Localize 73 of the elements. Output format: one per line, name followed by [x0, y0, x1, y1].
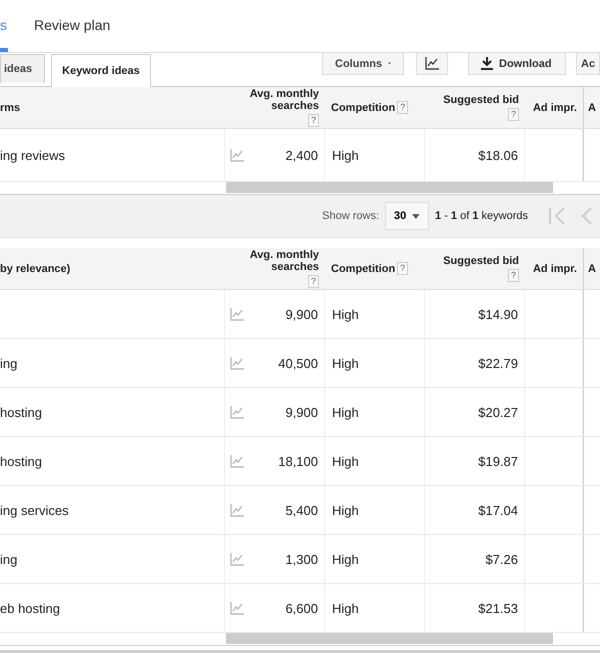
download-icon — [481, 57, 493, 70]
competition-cell: High — [332, 454, 359, 468]
trend-chart-icon[interactable] — [230, 148, 244, 162]
competition-cell: High — [332, 404, 359, 420]
bid-cell: $20.27 — [478, 404, 518, 420]
column-header: Competition — [331, 102, 396, 114]
download-button[interactable]: Download — [468, 53, 566, 75]
scrollbar-thumb[interactable] — [226, 633, 553, 644]
bid-cell: $7.26 — [485, 552, 518, 566]
keyword-cell: ing reviews — [0, 148, 66, 162]
columns-button[interactable]: Columns — [322, 53, 404, 75]
range-text: 1 - 1 of 1 keywords — [435, 210, 528, 222]
competition-cell: High — [332, 502, 359, 518]
column-header: Competition — [331, 262, 396, 274]
chart-button[interactable] — [416, 53, 448, 75]
help-badge[interactable]: ? — [397, 101, 408, 114]
trend-chart-icon[interactable] — [230, 308, 244, 320]
previous-page-icon[interactable] — [580, 207, 594, 225]
view-tab[interactable]: ideas — [0, 54, 46, 83]
chart-icon — [425, 57, 439, 70]
keyword-cell: ing — [0, 356, 18, 370]
add-button[interactable]: Ac — [576, 53, 600, 75]
trend-chart-icon[interactable] — [230, 454, 244, 468]
searches-cell: 6,600 — [285, 600, 318, 616]
searches-cell: 9,900 — [285, 306, 318, 322]
show-rows-label: Show rows: — [322, 210, 380, 222]
column-header: Suggested bid — [443, 94, 519, 106]
help-badge[interactable]: ? — [508, 269, 519, 282]
column-header: by relevance) — [0, 262, 72, 274]
keyword-cell: ing — [0, 552, 18, 566]
searches-cell: 18,100 — [278, 454, 318, 468]
nav-tab[interactable]: Review plan — [34, 0, 110, 52]
view-tab[interactable]: Keyword ideas — [51, 54, 151, 87]
bid-cell: $14.90 — [478, 306, 518, 322]
column-header: Ad impr. — [532, 102, 577, 114]
bid-cell: $18.06 — [478, 148, 518, 162]
help-badge[interactable]: ? — [308, 275, 319, 288]
trend-chart-icon[interactable] — [230, 504, 244, 516]
help-badge[interactable]: ? — [508, 108, 519, 121]
caret-icon — [412, 214, 420, 218]
column-header: Avg. monthly searches — [248, 249, 319, 273]
keyword-cell: ing services — [0, 502, 69, 518]
trend-chart-icon[interactable] — [230, 602, 244, 614]
competition-cell: High — [332, 148, 359, 162]
searches-cell: 2,400 — [285, 148, 318, 162]
rows-dropdown[interactable]: 30 — [385, 202, 430, 230]
help-badge[interactable]: ? — [308, 114, 319, 127]
column-header: Ad impr. — [532, 262, 577, 274]
keyword-cell: eb hosting — [0, 600, 60, 616]
competition-cell: High — [332, 356, 359, 370]
column-header: rms — [0, 102, 22, 114]
column-header: Suggested bid — [443, 255, 519, 267]
searches-cell: 5,400 — [285, 502, 318, 518]
searches-cell: 1,300 — [285, 552, 318, 566]
keyword-cell: hosting — [0, 454, 42, 468]
trend-chart-icon[interactable] — [230, 552, 244, 566]
trend-chart-icon[interactable] — [230, 356, 244, 370]
competition-cell: High — [332, 306, 359, 322]
searches-cell: 9,900 — [285, 404, 318, 420]
scrollbar-thumb[interactable] — [226, 182, 553, 193]
help-badge[interactable]: ? — [397, 262, 408, 275]
searches-cell: 40,500 — [278, 356, 318, 370]
bid-cell: $17.04 — [478, 502, 518, 518]
column-header: Avg. monthly searches — [248, 88, 319, 112]
keyword-cell: hosting — [0, 404, 42, 420]
column-header: A — [588, 102, 596, 114]
competition-cell: High — [332, 552, 359, 566]
column-header: A — [588, 262, 596, 274]
trend-chart-icon[interactable] — [230, 406, 244, 418]
bid-cell: $19.87 — [478, 454, 518, 468]
bid-cell: $22.79 — [478, 356, 518, 370]
bid-cell: $21.53 — [478, 600, 518, 616]
competition-cell: High — [332, 600, 359, 616]
